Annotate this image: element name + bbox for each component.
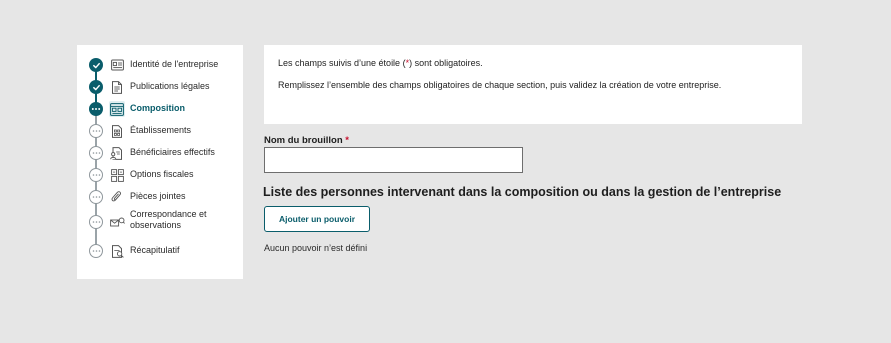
- step-beneficiaires[interactable]: Bénéficiaires effectifs: [89, 143, 239, 161]
- more-dots-icon: [89, 124, 103, 138]
- step-correspondance[interactable]: Correspondance et observations: [89, 209, 239, 235]
- beneficiaries-icon: [109, 145, 125, 161]
- org-chart-icon: [109, 101, 125, 117]
- add-power-button[interactable]: Ajouter un pouvoir: [264, 206, 370, 232]
- required-star: *: [345, 135, 349, 146]
- progress-stepper: Identité de l'entreprise Publications lé…: [77, 45, 243, 279]
- step-composition[interactable]: Composition: [89, 99, 239, 117]
- step-etablissements[interactable]: Établissements: [89, 121, 239, 139]
- instructions-text: Remplissez l’ensemble des champs obligat…: [278, 80, 722, 90]
- draft-name-label: Nom du brouillon *: [264, 135, 349, 146]
- step-label: Composition: [130, 103, 185, 113]
- check-icon: [89, 58, 103, 72]
- step-label: Options fiscales: [130, 169, 194, 179]
- paperclip-icon: [109, 189, 125, 205]
- more-dots-icon: [89, 102, 103, 116]
- document-icon: [109, 79, 125, 95]
- step-pieces-jointes[interactable]: Pièces jointes: [89, 187, 239, 205]
- step-options-fiscales[interactable]: Options fiscales: [89, 165, 239, 183]
- envelope-icon: [109, 214, 125, 230]
- check-icon: [89, 80, 103, 94]
- id-card-icon: [109, 57, 125, 73]
- step-label: Récapitulatif: [130, 245, 180, 255]
- step-label: Bénéficiaires effectifs: [130, 147, 215, 157]
- step-label: Publications légales: [130, 81, 210, 91]
- more-dots-icon: [89, 244, 103, 258]
- empty-powers-message: Aucun pouvoir n’est défini: [264, 243, 368, 253]
- step-label: Établissements: [130, 125, 192, 135]
- more-dots-icon: [89, 146, 103, 160]
- step-recapitulatif[interactable]: Récapitulatif: [89, 241, 239, 259]
- step-identite[interactable]: Identité de l'entreprise: [89, 55, 239, 73]
- summary-icon: [109, 243, 125, 259]
- draft-name-input[interactable]: [264, 147, 523, 173]
- step-publications[interactable]: Publications légales: [89, 77, 239, 95]
- composition-section-title: Liste des personnes intervenant dans la …: [263, 185, 782, 199]
- required-legend: Les champs suivis d’une étoile (*) sont …: [278, 58, 483, 68]
- more-dots-icon: [89, 215, 103, 229]
- more-dots-icon: [89, 168, 103, 182]
- step-label: Pièces jointes: [130, 191, 186, 201]
- tax-grid-icon: [109, 167, 125, 183]
- step-label: Correspondance et observations: [130, 209, 207, 230]
- required-fields-notice: Les champs suivis d’une étoile (*) sont …: [264, 45, 802, 124]
- building-icon: [109, 123, 125, 139]
- more-dots-icon: [89, 190, 103, 204]
- step-label: Identité de l'entreprise: [130, 59, 219, 69]
